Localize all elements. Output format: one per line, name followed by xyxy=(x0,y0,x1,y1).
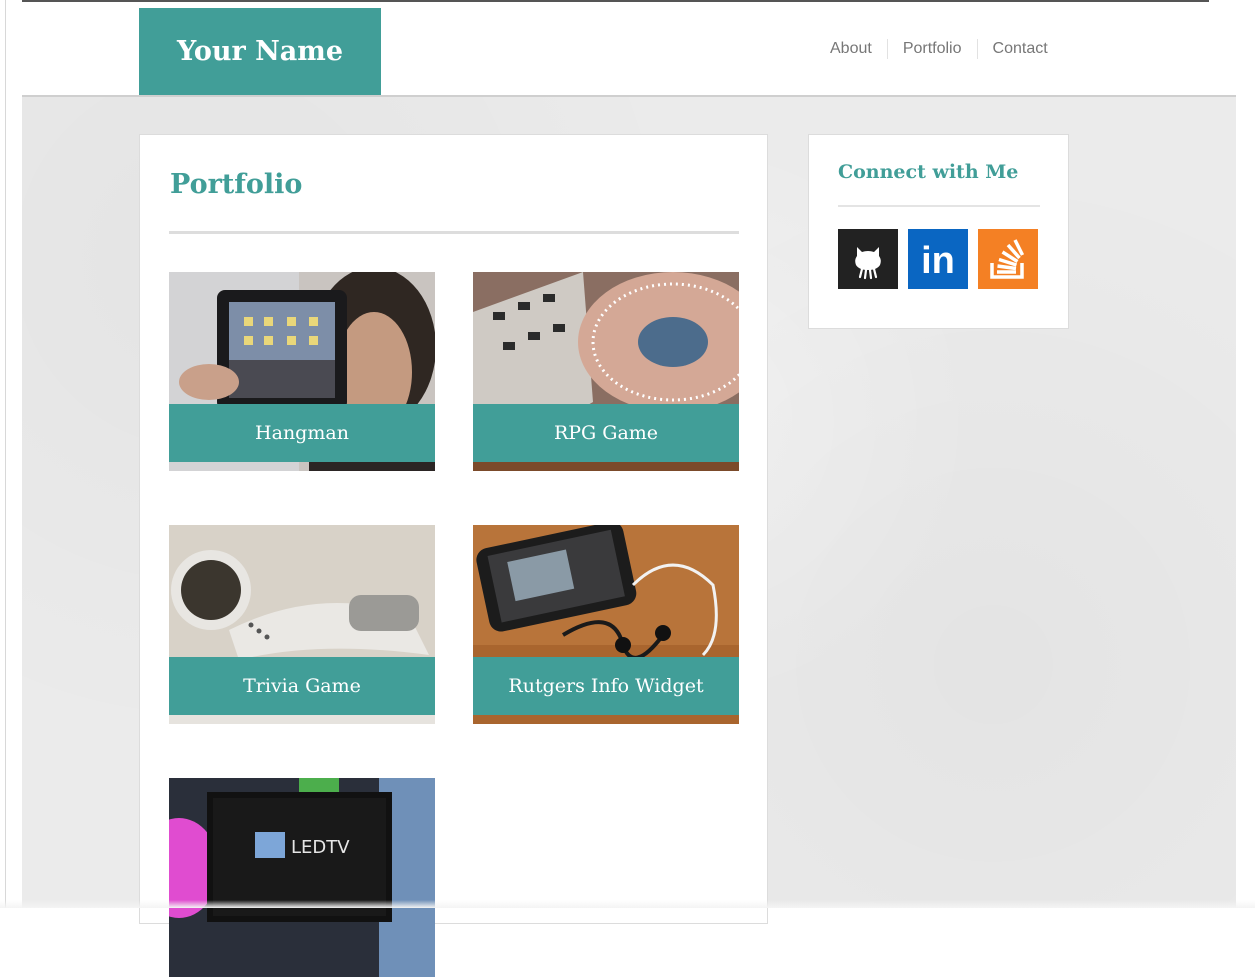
card-caption: Rutgers Info Widget xyxy=(473,657,739,715)
portfolio-title: Portfolio xyxy=(170,169,303,200)
stackoverflow-icon xyxy=(978,229,1038,289)
site-brand-link[interactable]: Your Name xyxy=(139,8,381,95)
github-link[interactable] xyxy=(838,229,898,289)
card-caption: RPG Game xyxy=(473,404,739,462)
bottom-fade xyxy=(0,900,1255,908)
svg-text:LEDTV: LEDTV xyxy=(291,837,350,858)
svg-text:in: in xyxy=(921,240,955,282)
portfolio-card-rutgers-info-widget[interactable]: Rutgers Info Widget xyxy=(473,525,739,724)
portfolio-card-led-tv[interactable]: LEDTV xyxy=(169,778,435,977)
card-caption: Trivia Game xyxy=(169,657,435,715)
portfolio-card-hangman[interactable]: Hangman xyxy=(169,272,435,471)
portfolio-card-rpg-game[interactable]: RPG Game xyxy=(473,272,739,471)
connect-panel: Connect with Me in xyxy=(808,134,1069,329)
nav-item-portfolio[interactable]: Portfolio xyxy=(886,39,977,59)
linkedin-link[interactable]: in xyxy=(908,229,968,289)
brand-name: Your Name xyxy=(176,36,344,67)
stackoverflow-link[interactable] xyxy=(978,229,1038,289)
title-divider xyxy=(169,231,739,234)
github-icon xyxy=(838,229,898,289)
main-nav: About Portfolio Contact xyxy=(815,38,1063,60)
portfolio-card-trivia-game[interactable]: Trivia Game xyxy=(169,525,435,724)
connect-title: Connect with Me xyxy=(838,161,1019,183)
linkedin-icon: in xyxy=(908,229,968,289)
nav-item-contact[interactable]: Contact xyxy=(976,39,1063,59)
card-caption: Hangman xyxy=(169,404,435,462)
led-tv-thumbnail: LEDTV xyxy=(169,778,435,977)
page-frame-edge xyxy=(5,0,6,908)
portfolio-panel: Portfolio Hangman RPG Game Trivia Game R… xyxy=(139,134,768,977)
connect-divider xyxy=(838,205,1040,207)
nav-item-about[interactable]: About xyxy=(815,39,887,59)
